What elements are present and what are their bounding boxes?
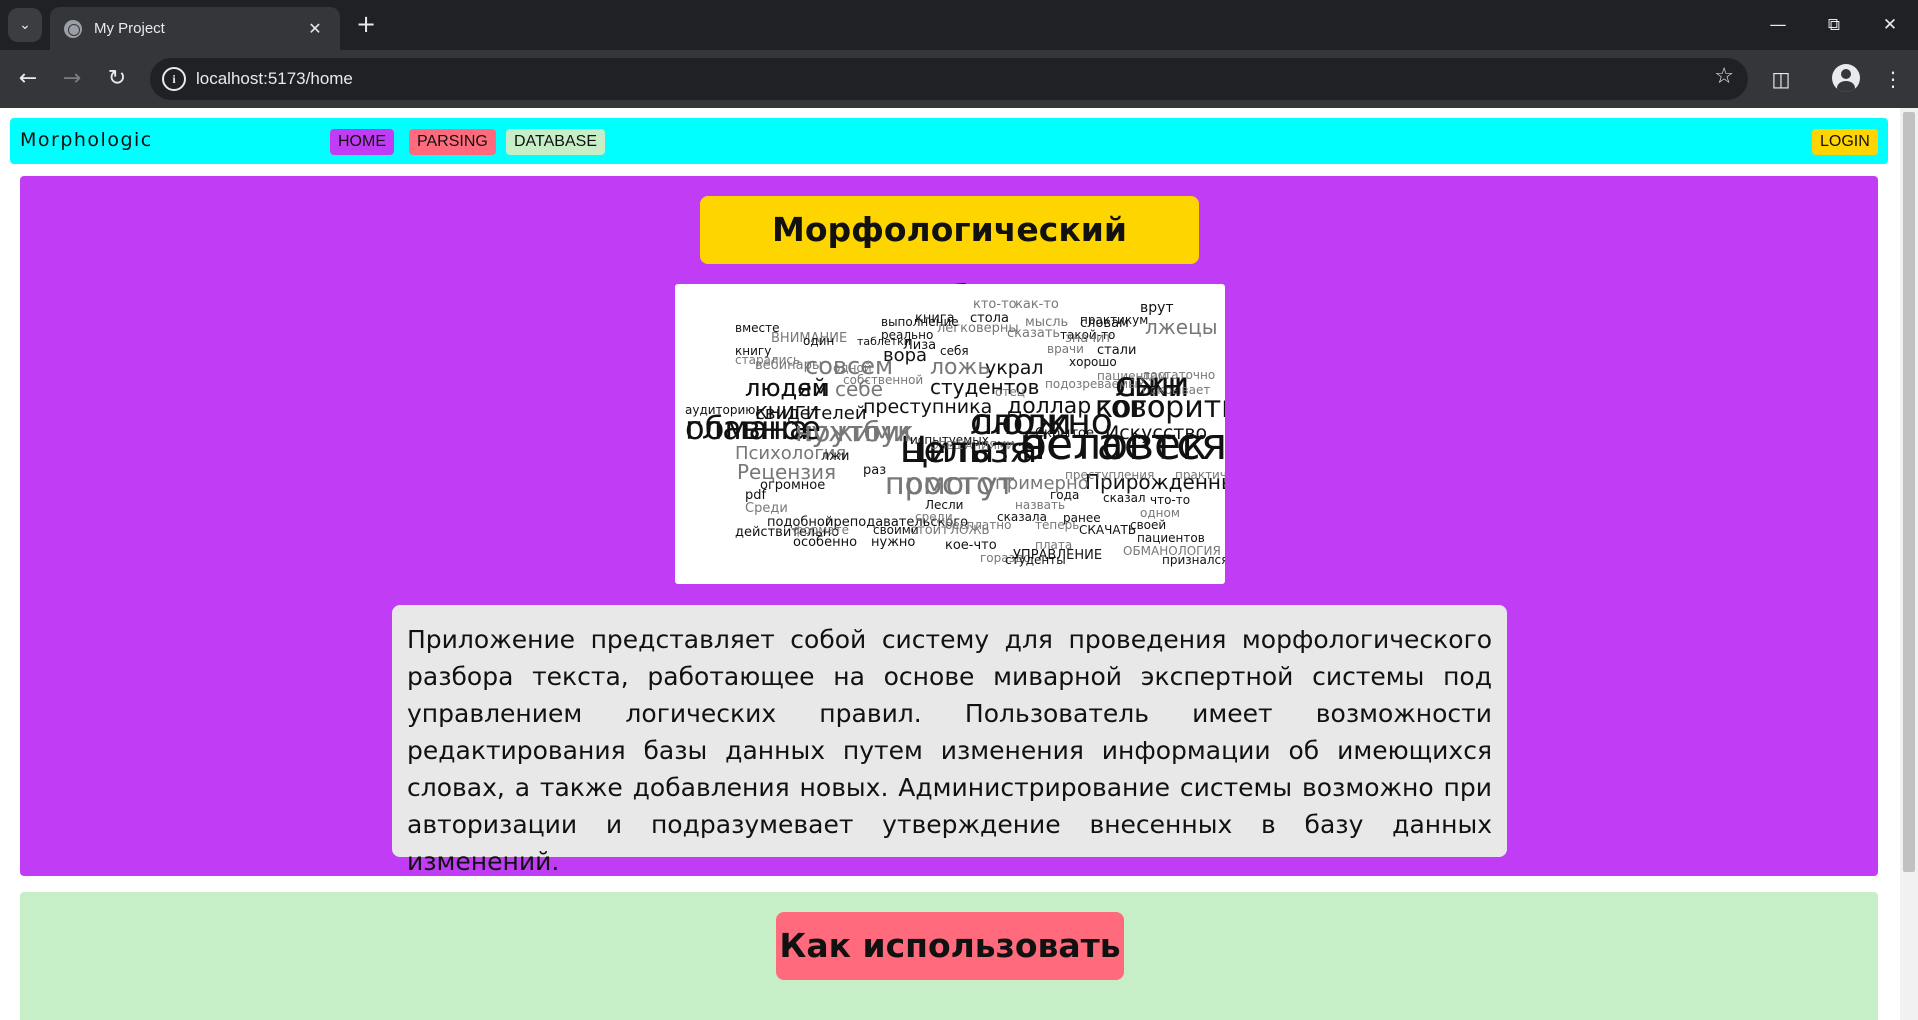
wordcloud-word: отец — [995, 385, 1025, 399]
new-tab-button[interactable]: + — [352, 11, 380, 39]
window-close-icon[interactable]: ✕ — [1870, 10, 1910, 40]
wordcloud-word: лжецы — [1145, 315, 1218, 339]
minimize-icon[interactable]: — — [1758, 10, 1798, 40]
wordcloud-word: один — [803, 334, 834, 348]
profile-avatar-icon[interactable] — [1832, 64, 1860, 92]
wordcloud-word: года — [1050, 488, 1079, 502]
wordcloud-word: пациентов — [1137, 531, 1205, 545]
wordcloud-image: обмана человек Цитата люди говорить лжи просто… — [675, 284, 1225, 584]
address-bar[interactable]: i localhost:5173/home ☆ — [150, 58, 1748, 100]
wordcloud-word: помогут — [885, 467, 1015, 502]
back-arrow-icon[interactable]: ← — [12, 63, 44, 95]
nav-database-link[interactable]: DATABASE — [506, 129, 605, 155]
page-viewport: Morphologic HOME PARSING DATABASE LOGIN … — [0, 108, 1900, 1020]
wordcloud-word: что-то — [1150, 493, 1190, 507]
wordcloud-word: студенты — [1005, 553, 1066, 567]
wordcloud-word: старались — [735, 353, 800, 367]
tab-search-button[interactable]: ⌄ — [8, 8, 42, 42]
wordcloud-word: особенно — [793, 535, 857, 550]
howto-section: Как использовать — [20, 892, 1878, 1020]
wordcloud-word: украл — [985, 357, 1044, 379]
wordcloud-word: одной — [833, 361, 872, 375]
wordcloud-word: людям — [745, 374, 830, 402]
scrollbar-thumb[interactable] — [1903, 112, 1915, 872]
kebab-menu-icon[interactable]: ⋮ — [1876, 63, 1910, 95]
wordcloud-word: словам — [1080, 316, 1129, 331]
wordcloud-word: практически — [1175, 468, 1225, 482]
wordcloud-word: ложь — [930, 355, 990, 380]
site-info-icon[interactable]: i — [162, 67, 186, 91]
wordcloud-word: КНИГИ — [755, 403, 819, 424]
hero-section: Морфологический разбор обманачеловекЦита… — [20, 176, 1878, 876]
wordcloud-word: кто-то — [973, 297, 1017, 312]
chevron-down-icon: ⌄ — [19, 17, 31, 33]
wordcloud-word: нужно — [871, 535, 915, 550]
browser-tab[interactable]: My Project ✕ — [50, 7, 340, 50]
wordcloud-word: собственной — [843, 373, 923, 387]
wordcloud-word: Среди — [745, 501, 788, 516]
wordcloud-word: себя — [940, 344, 969, 358]
restore-icon[interactable]: ⧉ — [1814, 10, 1854, 40]
wordcloud-word: сложно — [970, 402, 1113, 443]
close-icon[interactable]: ✕ — [304, 19, 326, 38]
reload-icon[interactable]: ↻ — [101, 63, 133, 95]
wordcloud-word: стоит — [910, 523, 949, 538]
description-card: Приложение представляет собой систему дл… — [392, 605, 1507, 876]
hero-title: Морфологический разбор — [700, 196, 1199, 317]
forward-arrow-icon[interactable]: → — [56, 63, 88, 95]
wordcloud-word: признался — [1162, 553, 1225, 567]
wordcloud-word: реально — [881, 328, 933, 342]
wordcloud-word: сказал — [1103, 491, 1146, 505]
url-text[interactable]: localhost:5173/home — [196, 69, 353, 89]
login-button[interactable]: LOGIN — [1812, 129, 1878, 155]
wordcloud-word: огромное — [760, 478, 825, 493]
wordcloud-word: выполнение — [881, 315, 959, 329]
wordcloud-word: плата — [1035, 538, 1072, 552]
nav-parsing-link[interactable]: PARSING — [409, 129, 496, 155]
wordcloud-word: раз — [863, 463, 886, 478]
tab-title: My Project — [94, 20, 165, 37]
howto-title: Как использовать — [776, 912, 1124, 980]
extensions-icon[interactable]: ◫ — [1764, 63, 1798, 95]
browser-toolbar: ← → ↻ i localhost:5173/home ☆ ◫ ⋮ — [0, 50, 1918, 108]
wordcloud-word: бесплатно — [945, 518, 1011, 532]
wordcloud-word: врачи — [1047, 342, 1084, 356]
page-scrollbar[interactable] — [1900, 108, 1918, 1020]
bookmark-star-icon[interactable]: ☆ — [1714, 64, 1734, 89]
browser-tab-strip: ⌄ My Project ✕ + — ⧉ ✕ — [0, 0, 1918, 50]
wordcloud-word: преступления — [1065, 468, 1154, 482]
site-navbar: Morphologic HOME PARSING DATABASE LOGIN — [10, 118, 1888, 164]
wordcloud-word: хорошо — [1069, 355, 1117, 369]
wordcloud-word: как-то — [1015, 297, 1059, 312]
brand-logo[interactable]: Morphologic — [20, 129, 153, 151]
nav-home-link[interactable]: HOME — [330, 129, 394, 155]
wordcloud-word: сын — [1115, 365, 1183, 405]
description-text: Приложение представляет собой систему дл… — [407, 625, 1492, 876]
wordcloud-graphic: обмана человекЦитаталюди говоритьлжипросто… — [685, 297, 1225, 567]
globe-icon — [64, 19, 82, 38]
wordcloud-word: лжи — [821, 449, 849, 464]
wordcloud-word: СКАЧАТЬ — [1079, 523, 1136, 537]
